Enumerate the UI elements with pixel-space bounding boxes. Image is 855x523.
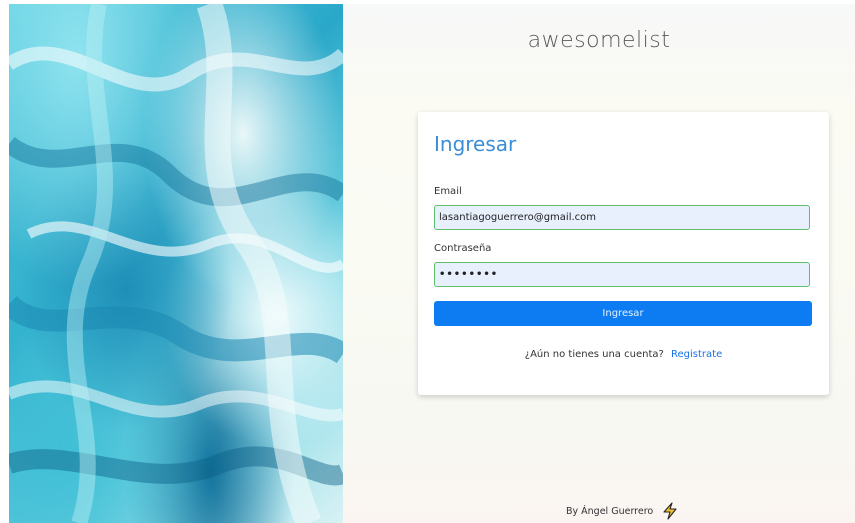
email-field[interactable]: lasantiagoguerrero@gmail.com: [434, 205, 810, 230]
login-card: Ingresar Email lasantiagoguerrero@gmail.…: [418, 112, 829, 395]
password-field[interactable]: ••••••••: [434, 262, 810, 287]
email-label: Email: [434, 186, 462, 197]
marble-texture: [9, 4, 343, 523]
login-title: Ingresar: [434, 132, 517, 156]
no-account-text: ¿Aún no tienes una cuenta?: [524, 349, 664, 360]
brand-logo: awesomelist: [527, 28, 671, 53]
login-submit-button[interactable]: Ingresar: [434, 301, 812, 326]
password-label: Contraseña: [434, 243, 492, 254]
marble-hero-image: [9, 4, 343, 523]
lightning-bolt-icon: [663, 502, 677, 520]
footer: By Ángel Guerrero: [566, 502, 679, 520]
footer-credit: By Ángel Guerrero: [566, 505, 654, 517]
login-page: awesomelist Ingresar Email lasantiagogue…: [0, 0, 855, 523]
register-link[interactable]: Registrate: [671, 349, 722, 360]
register-prompt: ¿Aún no tienes una cuenta? Registrate: [418, 349, 829, 360]
